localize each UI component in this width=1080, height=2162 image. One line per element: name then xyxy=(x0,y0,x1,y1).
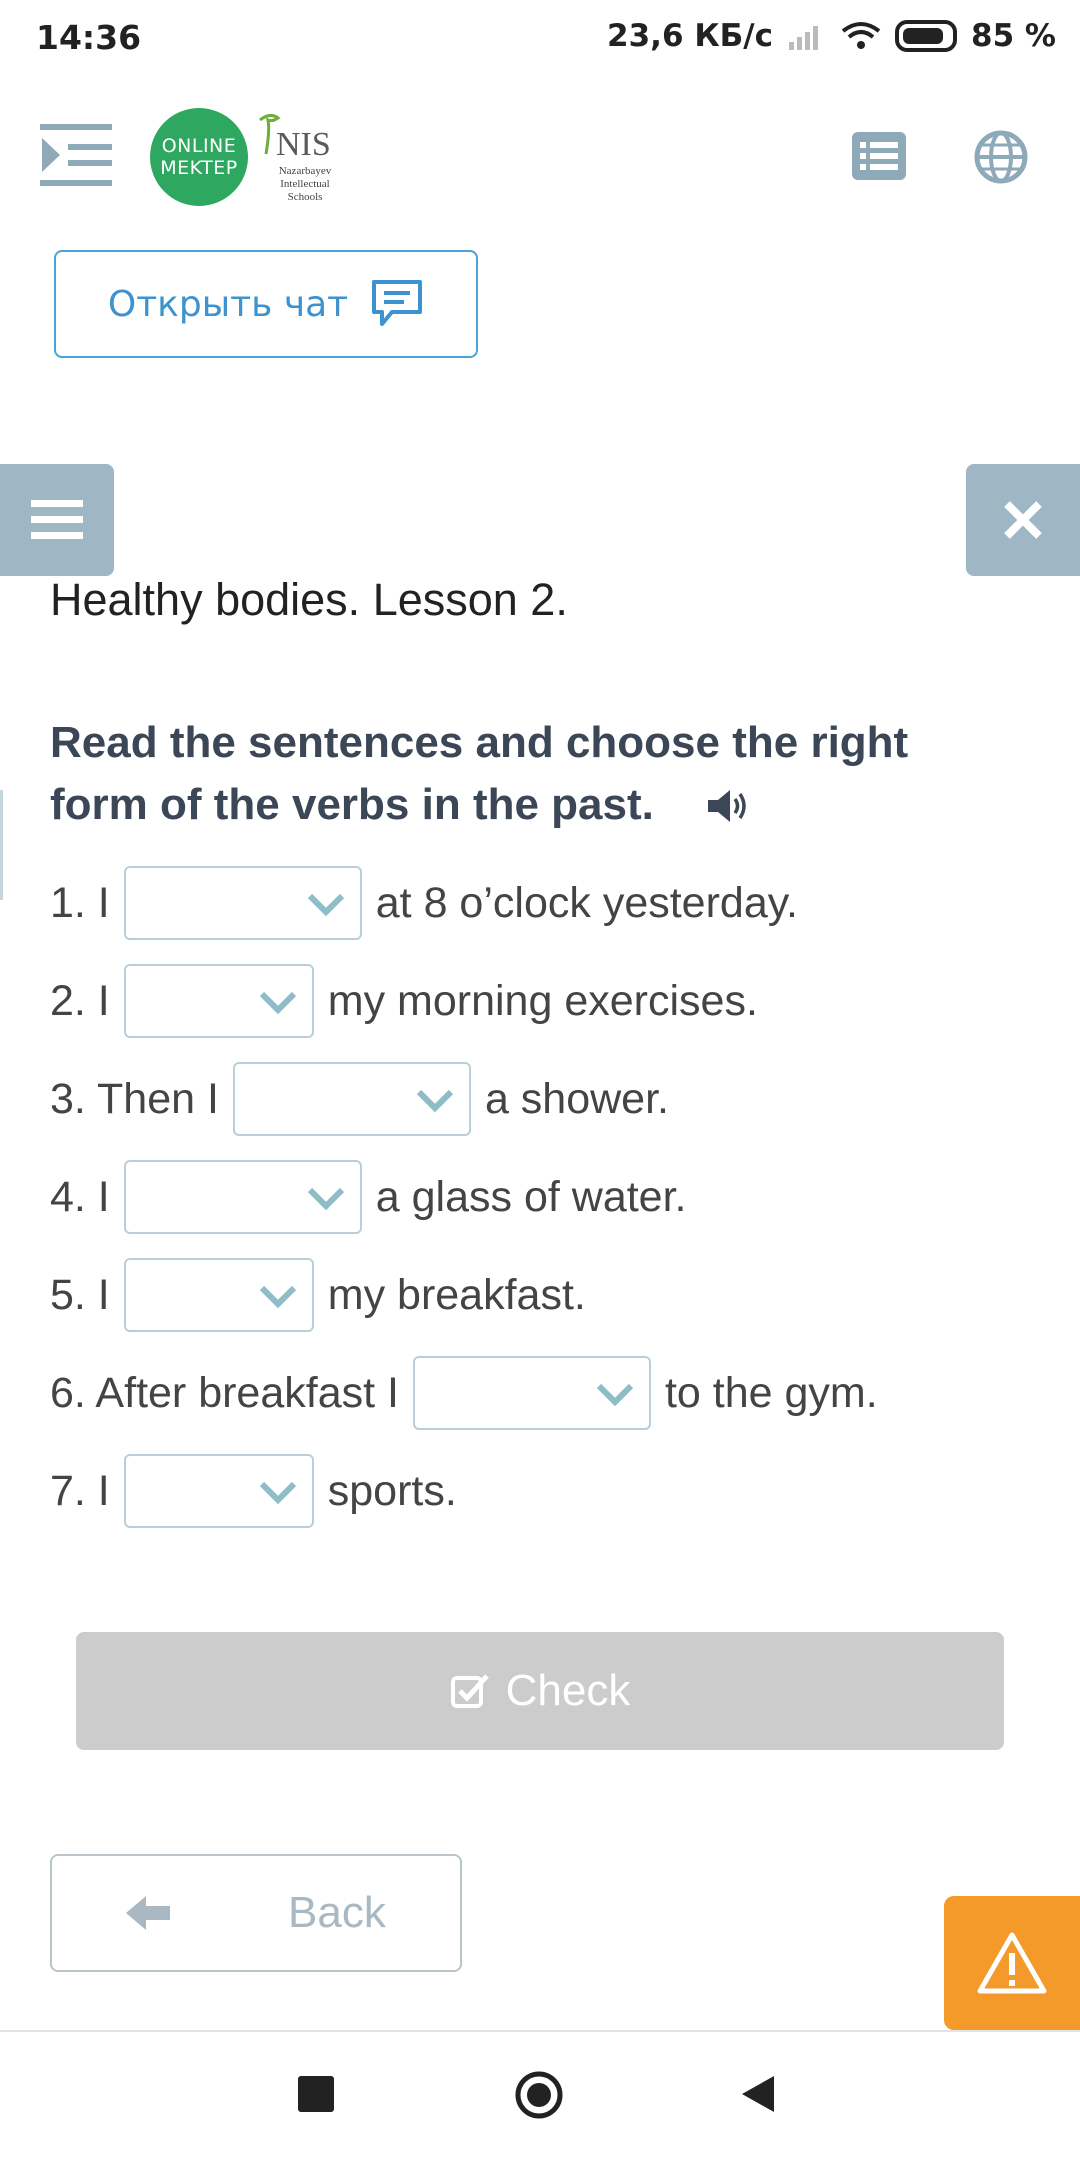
exercise-item: 5. I my breakfast. xyxy=(50,1256,586,1334)
stop-icon[interactable] xyxy=(298,2076,334,2112)
item-suffix: my breakfast. xyxy=(327,1270,586,1319)
exercise-item: 3. Then I a shower. xyxy=(50,1060,669,1138)
nis-sub-1: Nazarbayev xyxy=(278,165,332,177)
exercise-item: 6. After breakfast I to the gym. xyxy=(50,1354,878,1432)
wifi-icon xyxy=(841,22,881,49)
chevron-down-icon xyxy=(307,1187,344,1211)
back-triangle-icon[interactable] xyxy=(740,2074,776,2114)
exercise-item: 4. I a glass of water. xyxy=(50,1158,687,1236)
close-icon xyxy=(1004,501,1042,539)
item-suffix: to the gym. xyxy=(664,1368,878,1417)
verb-select[interactable] xyxy=(123,1258,314,1332)
lesson-menu-button[interactable] xyxy=(0,464,114,576)
report-problem-button[interactable] xyxy=(944,1896,1080,2030)
network-speed: 23,6 КБ/с xyxy=(607,18,773,54)
lesson-title: Healthy bodies. Lesson 2. xyxy=(50,574,568,625)
speaker-icon[interactable] xyxy=(706,787,752,825)
signal-icon xyxy=(789,26,818,50)
item-suffix: at 8 o’clock yesterday. xyxy=(375,878,798,927)
instruction-label: Read the sentences and choose the right … xyxy=(50,718,909,829)
chevron-down-icon xyxy=(259,991,296,1015)
open-chat-button[interactable]: Открыть чат xyxy=(54,250,478,358)
chevron-down-icon xyxy=(416,1089,454,1113)
chevron-down-icon xyxy=(596,1383,634,1407)
logo-text-2: MEKTEP xyxy=(160,157,238,179)
item-suffix: a shower. xyxy=(484,1074,669,1123)
check-label: Check xyxy=(505,1666,631,1715)
warning-icon xyxy=(977,1932,1047,1994)
item-prefix: 4. I xyxy=(50,1172,110,1221)
item-suffix: sports. xyxy=(327,1466,457,1515)
verb-select[interactable] xyxy=(412,1356,651,1430)
nis-logo-text: NIS xyxy=(276,126,331,163)
system-nav-bar xyxy=(0,2030,1080,2162)
logo-text-1: ONLINE xyxy=(161,135,237,157)
item-prefix: 3. Then I xyxy=(50,1074,219,1123)
nis-sub-3: Schools xyxy=(287,191,323,203)
divider xyxy=(0,790,3,900)
exercise-item: 1. I at 8 o’clock yesterday. xyxy=(50,864,798,942)
instruction-text: Read the sentences and choose the right … xyxy=(50,712,1010,836)
chevron-down-icon xyxy=(307,893,344,917)
open-chat-label: Открыть чат xyxy=(107,283,349,325)
chevron-down-icon xyxy=(259,1285,296,1309)
battery-level: 85 % xyxy=(971,18,1056,54)
item-prefix: 7. I xyxy=(50,1466,110,1515)
item-prefix: 1. I xyxy=(50,878,110,927)
exercise-item: 2. I my morning exercises. xyxy=(50,962,758,1040)
verb-select[interactable] xyxy=(123,1160,362,1234)
check-button[interactable]: Check xyxy=(76,1632,1004,1750)
status-bar: 14:36 23,6 КБ/с 85 % xyxy=(0,0,1080,78)
list-icon[interactable] xyxy=(852,132,906,180)
nis-sub-2: Intellectual xyxy=(280,178,330,190)
close-button[interactable] xyxy=(966,464,1080,576)
item-prefix: 2. I xyxy=(50,976,110,1025)
checkbox-icon xyxy=(450,1674,489,1708)
exercise-item: 7. I sports. xyxy=(50,1452,457,1530)
nis-logo-subtitle: Nazarbayev Intellectual Schools xyxy=(270,165,340,204)
menu-collapse-icon[interactable] xyxy=(40,122,114,188)
item-prefix: 6. After breakfast I xyxy=(50,1368,399,1417)
arrow-left-icon xyxy=(126,1896,170,1930)
chat-icon xyxy=(372,280,423,326)
hamburger-icon xyxy=(31,500,83,539)
verb-select[interactable] xyxy=(123,866,362,940)
home-icon[interactable] xyxy=(514,2070,564,2120)
chevron-down-icon xyxy=(259,1481,296,1505)
globe-icon[interactable] xyxy=(974,130,1028,184)
back-button[interactable]: Back xyxy=(50,1854,462,1972)
back-label: Back xyxy=(288,1888,386,1937)
status-time: 14:36 xyxy=(36,18,142,57)
verb-select[interactable] xyxy=(123,1454,314,1528)
item-suffix: a glass of water. xyxy=(375,1172,687,1221)
battery-icon xyxy=(895,20,957,52)
verb-select[interactable] xyxy=(232,1062,471,1136)
item-prefix: 5. I xyxy=(50,1270,110,1319)
item-suffix: my morning exercises. xyxy=(327,976,758,1025)
verb-select[interactable] xyxy=(123,964,314,1038)
online-mektep-logo[interactable]: ONLINE MEKTEP xyxy=(150,108,248,206)
status-right: 23,6 КБ/с 85 % xyxy=(607,18,1056,54)
